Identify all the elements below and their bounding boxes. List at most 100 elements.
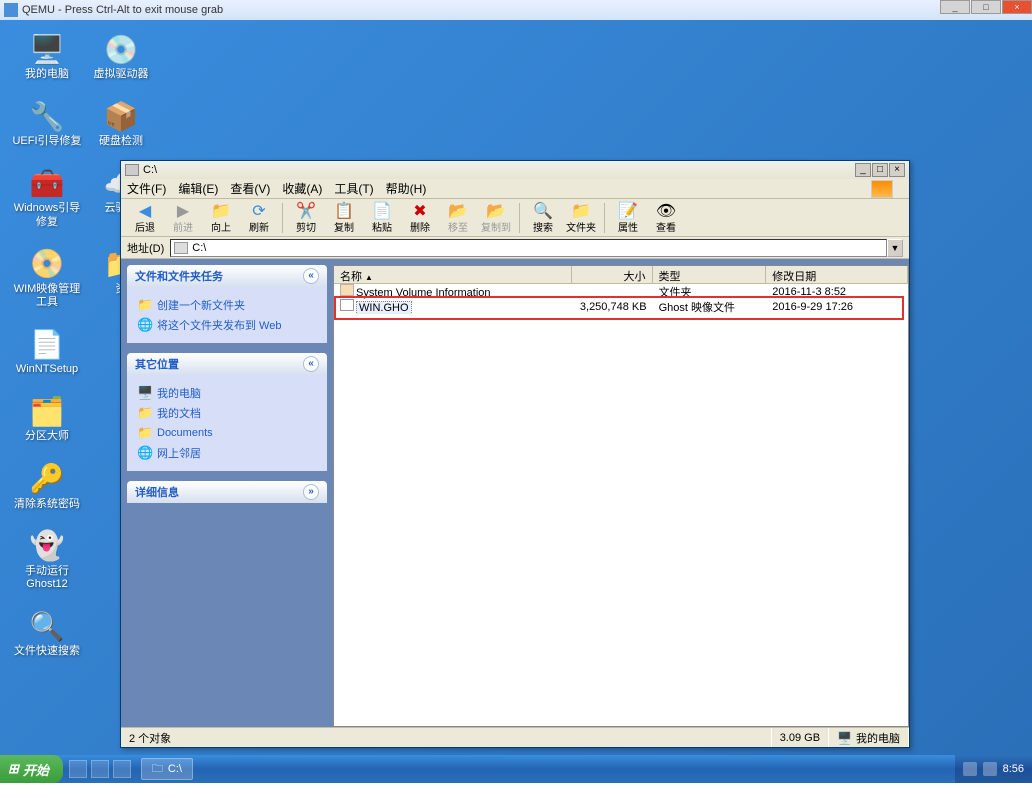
desktop-icon[interactable]: 🗂️分区大师 <box>12 394 82 443</box>
desktop-icon[interactable]: 🧰Widnows引导修复 <box>12 166 82 228</box>
explorer-close-button[interactable]: × <box>889 163 905 177</box>
col-name[interactable]: 名称▲ <box>334 266 572 283</box>
app-icon: 👻 <box>30 529 64 563</box>
file-row[interactable]: System Volume Information 文件夹 2016-11-3 … <box>334 284 908 299</box>
menu-view[interactable]: 查看(V) <box>230 180 270 197</box>
folder-icon <box>340 284 354 296</box>
chevron-up-icon: « <box>303 356 319 372</box>
app-icon: 🧰 <box>30 166 64 200</box>
chevron-down-icon: » <box>303 484 319 500</box>
app-icon: 🖥️ <box>30 32 64 66</box>
explorer-menubar: 文件(F) 编辑(E) 查看(V) 收藏(A) 工具(T) 帮助(H) <box>121 179 909 199</box>
place-my-documents[interactable]: 📁我的文档 <box>137 403 317 423</box>
explorer-minimize-button[interactable]: _ <box>855 163 871 177</box>
col-date[interactable]: 修改日期 <box>766 266 908 283</box>
folders-button[interactable]: 📁文件夹 <box>563 200 599 236</box>
qemu-close-button[interactable]: × <box>1002 0 1032 14</box>
paste-button[interactable]: 📄粘贴 <box>364 200 400 236</box>
desktop-icon[interactable]: 📦硬盘检测 <box>86 99 156 148</box>
icon-label: 清除系统密码 <box>12 498 82 511</box>
up-button[interactable]: 📁向上 <box>203 200 239 236</box>
app-icon: 🔑 <box>30 462 64 496</box>
place-network[interactable]: 🌐网上邻居 <box>137 443 317 463</box>
other-places-header[interactable]: 其它位置 « <box>127 353 327 375</box>
explorer-titlebar[interactable]: C:\ _ □ × <box>121 161 909 179</box>
copy-button[interactable]: 📋复制 <box>326 200 362 236</box>
desktop-icon[interactable]: 🖥️ 我的电脑 <box>12 32 82 81</box>
qemu-window: QEMU - Press Ctrl-Alt to exit mouse grab… <box>0 0 1032 798</box>
drive-icon <box>125 164 139 176</box>
taskbar-task-explorer[interactable]: 🗀 C:\ <box>141 758 193 780</box>
delete-button[interactable]: ✖删除 <box>402 200 438 236</box>
qemu-icon <box>4 3 18 17</box>
place-documents[interactable]: 📁Documents <box>137 423 317 443</box>
qemu-minimize-button[interactable]: _ <box>940 0 970 14</box>
details-panel-header[interactable]: 详细信息 » <box>127 481 327 503</box>
back-button[interactable]: ◀后退 <box>127 200 163 236</box>
copyto-button[interactable]: 📂复制到 <box>478 200 514 236</box>
menu-file[interactable]: 文件(F) <box>127 180 166 197</box>
icon-label: 我的电脑 <box>12 68 82 81</box>
col-size[interactable]: 大小 <box>572 266 652 283</box>
task-publish-web[interactable]: 🌐将这个文件夹发布到 Web <box>137 315 317 335</box>
start-button[interactable]: ⊞ 开始 <box>0 755 63 783</box>
forward-button[interactable]: ▶前进 <box>165 200 201 236</box>
quick-launch-item[interactable] <box>69 760 87 778</box>
chevron-up-icon: « <box>303 268 319 284</box>
drive-icon <box>174 242 188 254</box>
desktop-icon[interactable]: 💿 虚拟驱动器 <box>86 32 156 81</box>
status-size: 3.09 GB <box>772 728 829 747</box>
address-dropdown-button[interactable]: ▼ <box>887 239 903 257</box>
tray-icon[interactable] <box>963 762 977 776</box>
cut-button[interactable]: ✂️剪切 <box>288 200 324 236</box>
icon-label: WIM映像管理工具 <box>12 283 82 309</box>
menu-help[interactable]: 帮助(H) <box>386 180 427 197</box>
quick-launch-item[interactable] <box>113 760 131 778</box>
file-row[interactable]: WIN.GHO 3,250,748 KB Ghost 映像文件 2016-9-2… <box>334 299 908 314</box>
tray-icon[interactable] <box>983 762 997 776</box>
file-list-pane: 名称▲ 大小 类型 修改日期 ↖ System Volume Informati… <box>333 265 909 727</box>
icon-label: 虚拟驱动器 <box>86 68 156 81</box>
search-button[interactable]: 🔍搜索 <box>525 200 561 236</box>
desktop-icon[interactable]: 🔍文件快速搜索 <box>12 609 82 658</box>
properties-button[interactable]: 📝属性 <box>610 200 646 236</box>
other-places-panel: 其它位置 « 🖥️我的电脑 📁我的文档 📁Documents 🌐网上邻居 <box>127 353 327 471</box>
tasks-panel: 文件和文件夹任务 « 📁创建一个新文件夹 🌐将这个文件夹发布到 Web <box>127 265 327 343</box>
place-my-computer[interactable]: 🖥️我的电脑 <box>137 383 317 403</box>
app-icon: 💿 <box>104 32 138 66</box>
desktop-icon[interactable]: 👻手动运行Ghost12 <box>12 529 82 591</box>
details-panel: 详细信息 » <box>127 481 327 503</box>
desktop-icon[interactable]: 📄WinNTSetup <box>12 327 82 376</box>
quick-launch-item[interactable] <box>91 760 109 778</box>
desktop-icon[interactable]: 📀WIM映像管理工具 <box>12 247 82 309</box>
windows-logo-icon: ⊞ <box>8 761 19 777</box>
refresh-button[interactable]: ⟳刷新 <box>241 200 277 236</box>
tasks-panel-header[interactable]: 文件和文件夹任务 « <box>127 265 327 287</box>
icon-label: 手动运行Ghost12 <box>12 565 82 591</box>
moveto-button[interactable]: 📂移至 <box>440 200 476 236</box>
menu-edit[interactable]: 编辑(E) <box>178 180 218 197</box>
views-button[interactable]: 👁查看 <box>648 200 684 236</box>
status-objects: 2 个对象 <box>121 728 772 747</box>
desktop[interactable]: 🖥️我的电脑💿虚拟驱动器🔧UEFI引导修复📦硬盘检测🧰Widnows引导修复☁️… <box>0 20 1032 783</box>
app-icon: 🗂️ <box>30 394 64 428</box>
explorer-toolbar: ◀后退 ▶前进 📁向上 ⟳刷新 ✂️剪切 📋复制 📄粘贴 ✖删除 📂移至 📂复制… <box>121 199 909 237</box>
col-type[interactable]: 类型 <box>653 266 767 283</box>
task-new-folder[interactable]: 📁创建一个新文件夹 <box>137 295 317 315</box>
explorer-title-text: C:\ <box>143 164 157 176</box>
explorer-sidepane: 文件和文件夹任务 « 📁创建一个新文件夹 🌐将这个文件夹发布到 Web 其它位置 <box>127 265 327 727</box>
desktop-icon[interactable]: 🔧UEFI引导修复 <box>12 99 82 148</box>
qemu-maximize-button[interactable]: □ <box>971 0 1001 14</box>
icon-label: 文件快速搜索 <box>12 645 82 658</box>
qemu-titlebar: QEMU - Press Ctrl-Alt to exit mouse grab… <box>0 0 1032 20</box>
desktop-icon[interactable]: 🔑 清除系统密码 <box>12 462 82 511</box>
windows-flag-icon <box>871 180 893 198</box>
menu-tools[interactable]: 工具(T) <box>334 180 373 197</box>
address-input[interactable]: C:\ <box>170 239 887 257</box>
app-icon: 📀 <box>30 247 64 281</box>
explorer-maximize-button[interactable]: □ <box>872 163 888 177</box>
clock[interactable]: 8:56 <box>1003 763 1024 775</box>
app-icon: 📄 <box>30 327 64 361</box>
menu-favorites[interactable]: 收藏(A) <box>282 180 322 197</box>
icon-label: Widnows引导修复 <box>12 202 82 228</box>
